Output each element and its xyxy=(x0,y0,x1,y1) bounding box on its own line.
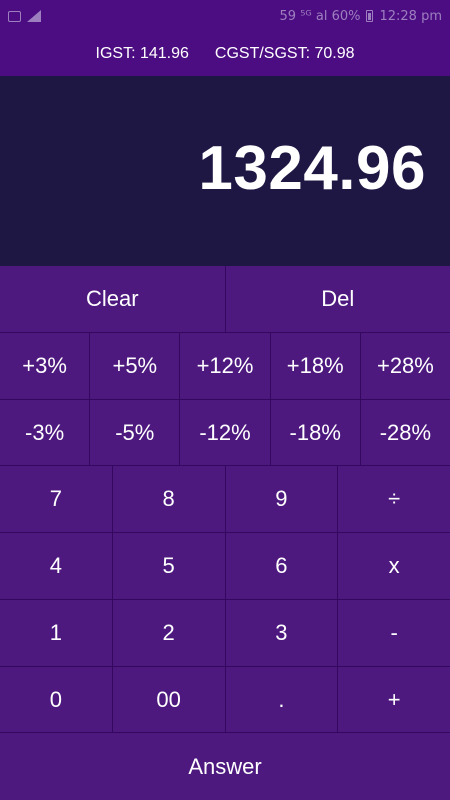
keypad-row-clear: Clear Del xyxy=(0,266,450,333)
keypad-row-123: 1 2 3 - xyxy=(0,600,450,667)
digit-2-button[interactable]: 2 xyxy=(112,600,226,667)
add-5-percent-button[interactable]: +5% xyxy=(90,333,181,400)
result-display: 1324.96 xyxy=(0,76,450,266)
keypad-row-789: 7 8 9 ÷ xyxy=(0,466,450,533)
digit-7-button[interactable]: 7 xyxy=(0,466,113,533)
add-18-percent-button[interactable]: +18% xyxy=(270,333,361,400)
keypad-row-answer: Answer xyxy=(0,733,450,800)
remove-3-percent-button[interactable]: -3% xyxy=(0,400,91,466)
digit-0-button[interactable]: 0 xyxy=(0,667,113,733)
status-time: 12:28 pm xyxy=(379,8,442,24)
remove-5-percent-button[interactable]: -5% xyxy=(90,400,181,466)
decimal-point-button[interactable]: . xyxy=(225,667,339,733)
double-zero-button[interactable]: 00 xyxy=(112,667,226,733)
add-button[interactable]: + xyxy=(338,667,450,733)
keypad-row-0: 0 00 . + xyxy=(0,667,450,733)
digit-1-button[interactable]: 1 xyxy=(0,600,113,667)
digit-8-button[interactable]: 8 xyxy=(112,466,226,533)
keypad-row-456: 4 5 6 x xyxy=(0,533,450,600)
status-bar: 59 ⁵ᴳ al 60% 12:28 pm xyxy=(0,0,450,32)
digit-4-button[interactable]: 4 xyxy=(0,533,113,600)
clear-button[interactable]: Clear xyxy=(0,266,226,333)
signal-icon xyxy=(27,10,41,22)
remove-18-percent-button[interactable]: -18% xyxy=(270,400,361,466)
display-value: 1324.96 xyxy=(198,133,426,203)
status-indicators: 59 ⁵ᴳ al 60% xyxy=(279,8,361,24)
keypad-row-remove-gst: -3% -5% -12% -18% -28% xyxy=(0,400,450,466)
add-12-percent-button[interactable]: +12% xyxy=(180,333,271,400)
keypad-row-add-gst: +3% +5% +12% +18% +28% xyxy=(0,333,450,400)
screen-icon xyxy=(8,10,21,22)
cgst-sgst-label: CGST/SGST: 70.98 xyxy=(214,45,355,62)
remove-28-percent-button[interactable]: -28% xyxy=(360,400,450,466)
divide-button[interactable]: ÷ xyxy=(338,466,450,533)
answer-button[interactable]: Answer xyxy=(0,733,450,800)
add-3-percent-button[interactable]: +3% xyxy=(0,333,91,400)
digit-5-button[interactable]: 5 xyxy=(112,533,226,600)
keypad: Clear Del +3% +5% +12% +18% +28% -3% -5%… xyxy=(0,266,450,800)
status-right: 59 ⁵ᴳ al 60% 12:28 pm xyxy=(280,9,442,24)
add-28-percent-button[interactable]: +28% xyxy=(360,333,450,400)
tax-bar: IGST: 141.96 CGST/SGST: 70.98 xyxy=(0,32,450,76)
subtract-button[interactable]: - xyxy=(338,600,450,667)
status-left xyxy=(8,10,41,22)
igst-label: IGST: 141.96 xyxy=(95,45,189,62)
digit-9-button[interactable]: 9 xyxy=(225,466,339,533)
delete-button[interactable]: Del xyxy=(225,266,450,333)
remove-12-percent-button[interactable]: -12% xyxy=(180,400,271,466)
digit-6-button[interactable]: 6 xyxy=(225,533,339,600)
digit-3-button[interactable]: 3 xyxy=(225,600,339,667)
multiply-button[interactable]: x xyxy=(338,533,450,600)
battery-icon xyxy=(366,10,374,22)
